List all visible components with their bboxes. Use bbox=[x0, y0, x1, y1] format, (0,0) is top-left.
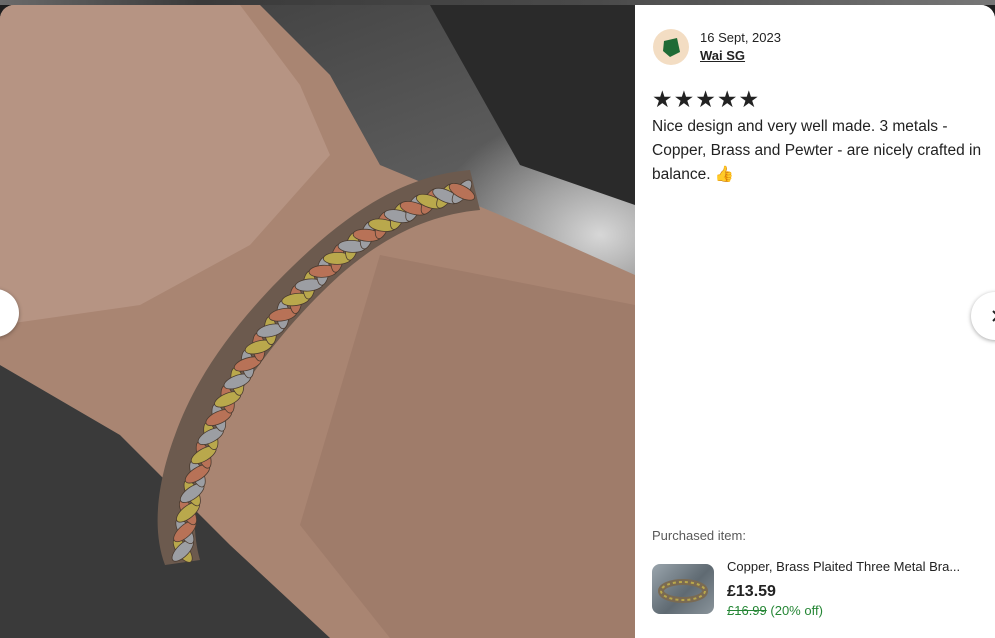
purchased-item-discount: £16.99 (20% off) bbox=[727, 603, 823, 618]
review-photo bbox=[0, 5, 635, 638]
avatar-pentagon-icon bbox=[663, 38, 680, 57]
review-photo-modal: 16 Sept, 2023 Wai SG ★ ★ ★ ★ ★ Nice design a… bbox=[0, 5, 995, 638]
star-icon: ★ bbox=[673, 86, 695, 112]
purchased-item-label: Purchased item: bbox=[652, 528, 746, 543]
item-thumbnail-image bbox=[658, 579, 708, 603]
review-text: Nice design and very well made. 3 metals… bbox=[652, 118, 982, 183]
star-icon: ★ bbox=[695, 86, 716, 112]
star-icon: ★ bbox=[652, 86, 673, 112]
reviewer-avatar[interactable] bbox=[653, 29, 689, 65]
star-icon: ★ bbox=[716, 86, 738, 112]
chevron-right-icon bbox=[992, 310, 995, 322]
review-panel: 16 Sept, 2023 Wai SG ★ ★ ★ ★ ★ Nice design a… bbox=[635, 5, 995, 638]
original-price: £16.99 bbox=[727, 603, 767, 618]
discount-percent: (20% off) bbox=[770, 603, 823, 618]
star-icon: ★ bbox=[738, 86, 760, 112]
avatar-mark bbox=[663, 38, 680, 57]
star-rating: ★ ★ ★ ★ ★ bbox=[652, 87, 759, 111]
reviewer-name-link[interactable]: Wai SG bbox=[700, 48, 745, 63]
purchased-item-price: £13.59 bbox=[727, 583, 776, 600]
purchased-item-title[interactable]: Copper, Brass Plaited Three Metal Bra... bbox=[727, 559, 982, 574]
bracelet-photo-illustration bbox=[0, 5, 635, 638]
chevron-left-icon bbox=[0, 306, 2, 320]
purchased-item-thumbnail[interactable] bbox=[652, 564, 714, 614]
review-date: 16 Sept, 2023 bbox=[700, 30, 781, 45]
